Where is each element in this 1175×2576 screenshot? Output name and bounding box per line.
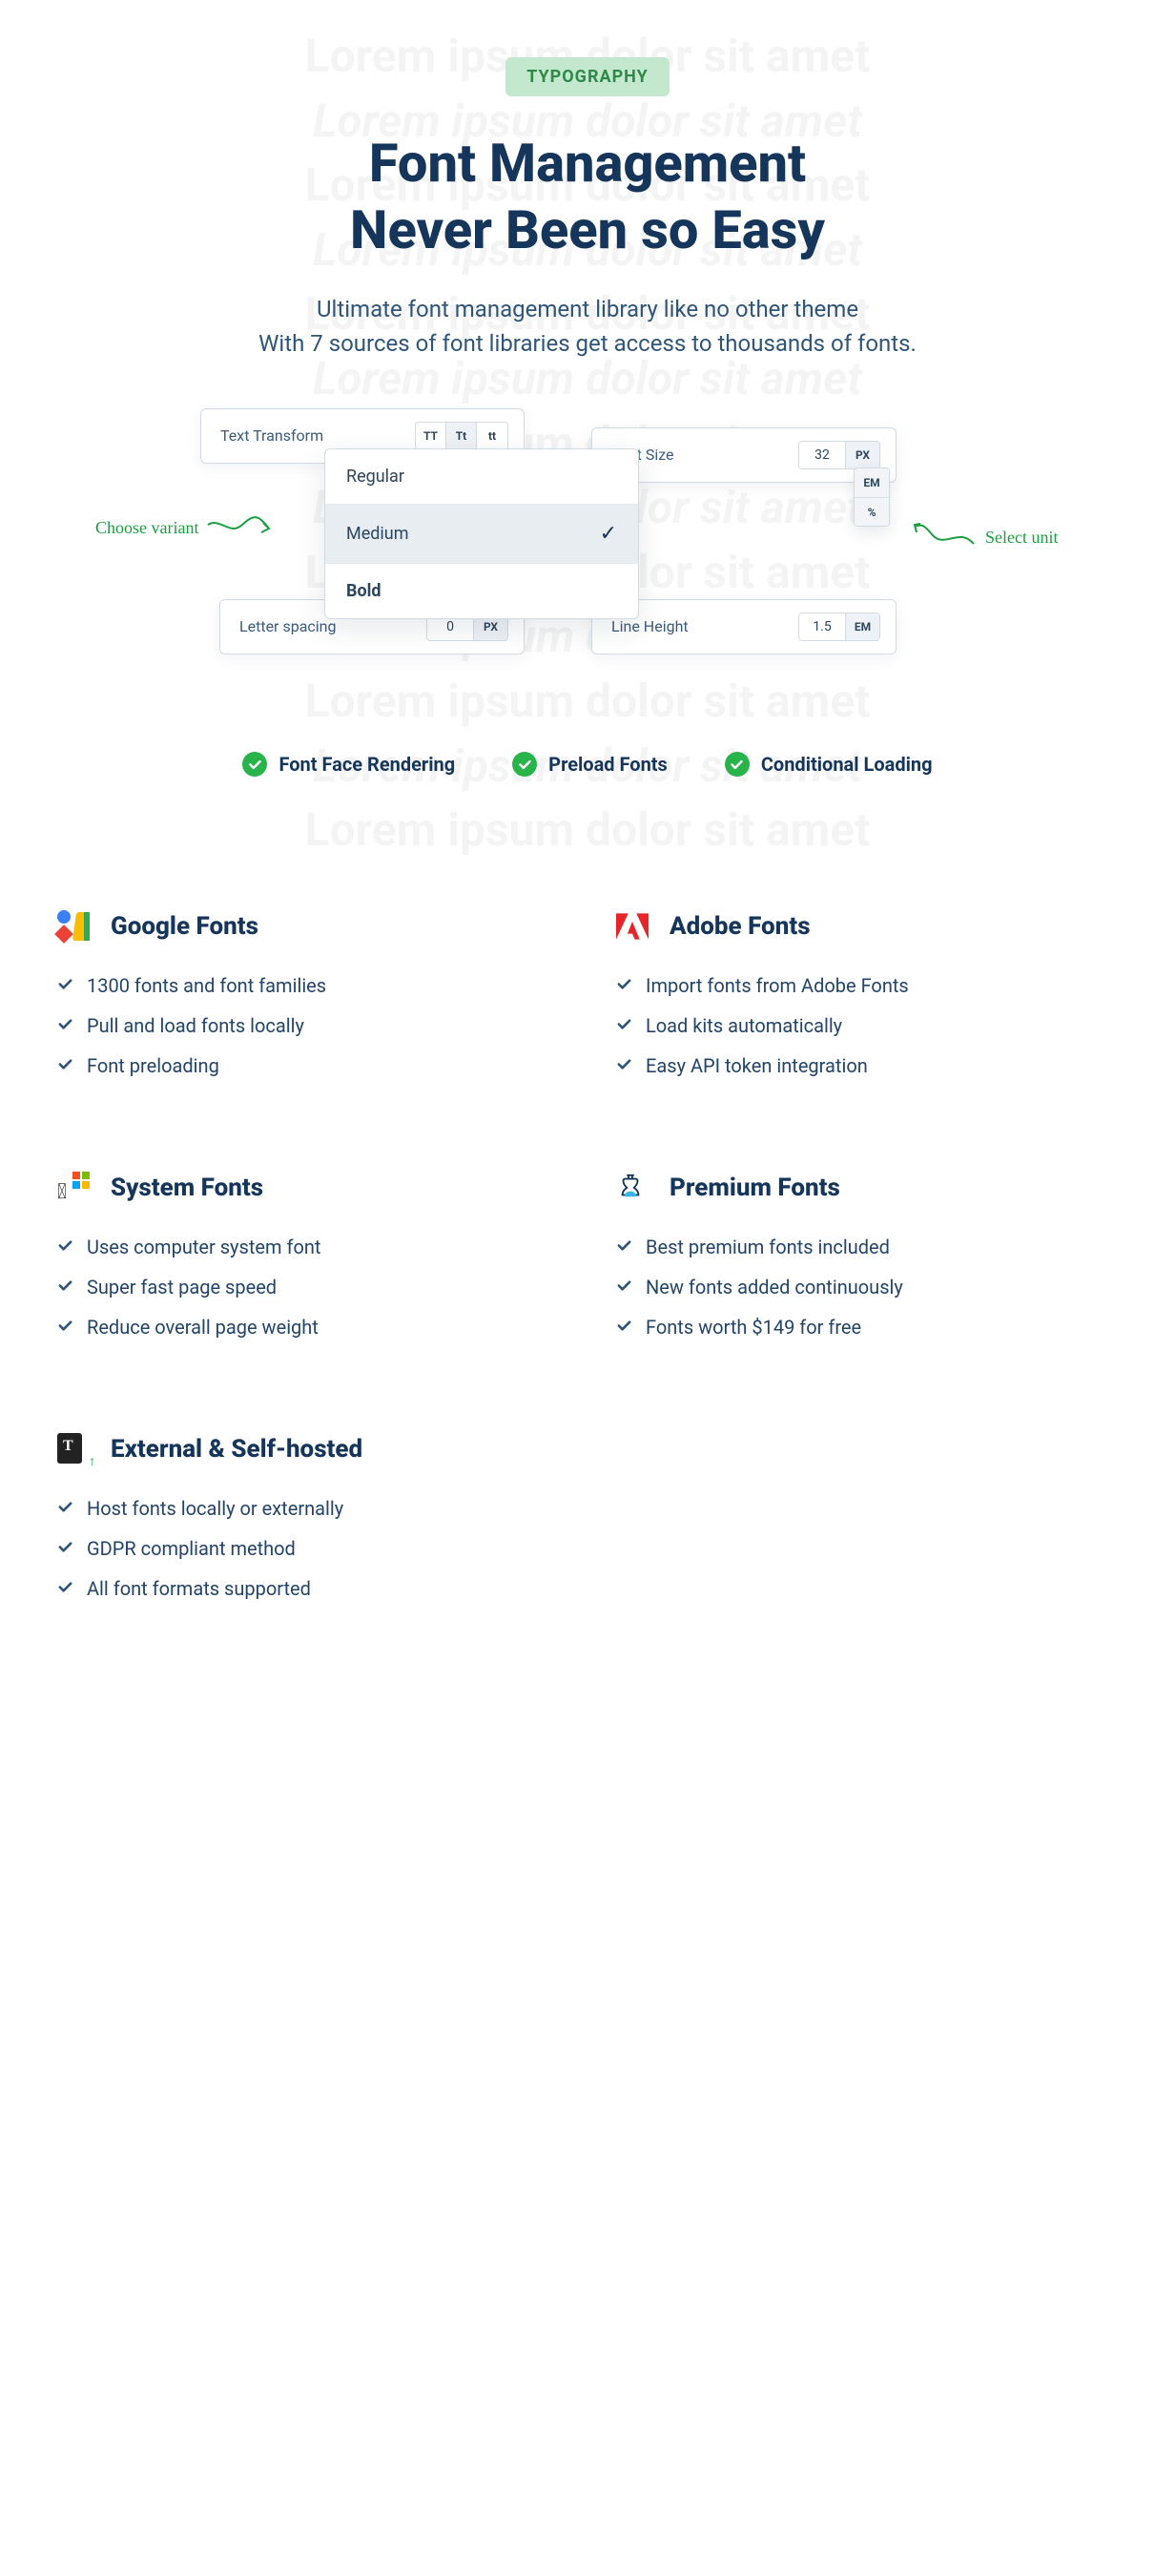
source-feature-item: Pull and load fonts locally xyxy=(57,1006,559,1046)
unit-dropdown[interactable]: EM % xyxy=(854,467,890,527)
line-height-unit-button[interactable]: EM xyxy=(845,613,879,640)
external-fonts-icon: ↑ xyxy=(57,1433,90,1465)
font-source-adobe: Adobe Fonts Import fonts from Adobe Fonts… xyxy=(616,910,1118,1086)
check-icon xyxy=(57,1276,73,1298)
feature-font-face-rendering: Font Face Rendering xyxy=(242,752,455,777)
variant-option-regular[interactable]: Regular✓ xyxy=(325,449,638,504)
page-subtitle: Ultimate font management library like no… xyxy=(57,292,1118,361)
check-icon xyxy=(57,1054,73,1077)
google-fonts-icon xyxy=(57,910,90,943)
check-icon xyxy=(57,1316,73,1339)
check-icon xyxy=(57,974,73,997)
check-icon xyxy=(616,1276,632,1298)
check-icon xyxy=(616,1236,632,1258)
source-feature-item: Uses computer system font xyxy=(57,1227,559,1267)
source-title: Adobe Fonts xyxy=(670,912,811,941)
adobe-fonts-icon xyxy=(616,910,649,943)
text-transform-label: Text Transform xyxy=(201,409,342,462)
source-title: Google Fonts xyxy=(111,912,258,941)
source-feature-item: Load kits automatically xyxy=(616,1006,1118,1046)
source-title: Premium Fonts xyxy=(670,1174,840,1202)
check-circle-icon xyxy=(512,752,537,777)
feature-conditional-loading: Conditional Loading xyxy=(725,752,933,777)
source-feature-item: Best premium fonts included xyxy=(616,1227,1118,1267)
category-badge: TYPOGRAPHY xyxy=(505,57,670,96)
font-source-google: Google Fonts 1300 fonts and font families… xyxy=(57,910,559,1086)
source-feature-item: Host fonts locally or externally xyxy=(57,1488,559,1528)
arrow-right-icon xyxy=(206,513,273,542)
system-fonts-icon:  xyxy=(57,1172,90,1204)
check-icon xyxy=(57,1014,73,1037)
text-transform-segmented[interactable]: TT Tt tt xyxy=(415,422,508,450)
font-source-external: ↑ External & Self-hosted Host fonts locall… xyxy=(57,1433,559,1609)
source-title: System Fonts xyxy=(111,1174,263,1202)
premium-fonts-icon xyxy=(616,1172,649,1204)
source-feature-item: New fonts added continuously xyxy=(616,1267,1118,1307)
font-source-system:  System Fonts Uses computer system fontSu… xyxy=(57,1172,559,1347)
unit-option-em[interactable]: EM xyxy=(855,468,889,497)
source-feature-item: 1300 fonts and font families xyxy=(57,966,559,1006)
check-icon xyxy=(616,974,632,997)
source-feature-item: Font preloading xyxy=(57,1046,559,1086)
font-size-input[interactable]: 32 xyxy=(799,442,845,468)
annotation-choose-variant: Choose variant xyxy=(95,513,273,542)
unit-option-percent[interactable]: % xyxy=(855,497,889,526)
text-transform-uppercase[interactable]: TT xyxy=(416,423,446,449)
annotation-select-unit: Select unit xyxy=(911,523,1058,551)
line-height-input[interactable]: 1.5 xyxy=(799,613,845,640)
variant-option-medium[interactable]: Medium ✓ xyxy=(325,504,638,563)
source-feature-item: Super fast page speed xyxy=(57,1267,559,1307)
page-title: Font Management Never Been so Easy xyxy=(57,130,1118,263)
source-feature-item: Fonts worth $149 for free xyxy=(616,1307,1118,1347)
check-circle-icon xyxy=(725,752,750,777)
check-icon xyxy=(616,1054,632,1077)
check-circle-icon xyxy=(242,752,267,777)
feature-preload-fonts: Preload Fonts xyxy=(512,752,668,777)
source-feature-item: Reduce overall page weight xyxy=(57,1307,559,1347)
check-icon xyxy=(57,1236,73,1258)
check-icon xyxy=(57,1577,73,1600)
source-feature-item: All font formats supported xyxy=(57,1568,559,1609)
variant-option-bold[interactable]: Bold✓ xyxy=(325,563,638,618)
check-icon xyxy=(616,1316,632,1339)
source-title: External & Self-hosted xyxy=(111,1435,362,1464)
check-icon xyxy=(57,1497,73,1520)
font-variant-dropdown[interactable]: Regular✓ Medium ✓ Bold✓ xyxy=(324,448,639,619)
arrow-left-icon xyxy=(911,523,978,551)
source-feature-item: Easy API token integration xyxy=(616,1046,1118,1086)
font-source-premium: Premium Fonts Best premium fonts included… xyxy=(616,1172,1118,1347)
check-icon: ✓ xyxy=(600,522,617,546)
text-transform-lowercase[interactable]: tt xyxy=(477,423,507,449)
text-transform-capitalize[interactable]: Tt xyxy=(446,423,477,449)
source-feature-item: GDPR compliant method xyxy=(57,1528,559,1568)
check-icon xyxy=(57,1537,73,1560)
source-feature-item: Import fonts from Adobe Fonts xyxy=(616,966,1118,1006)
font-size-unit-button[interactable]: PX xyxy=(845,442,879,468)
check-icon xyxy=(616,1014,632,1037)
